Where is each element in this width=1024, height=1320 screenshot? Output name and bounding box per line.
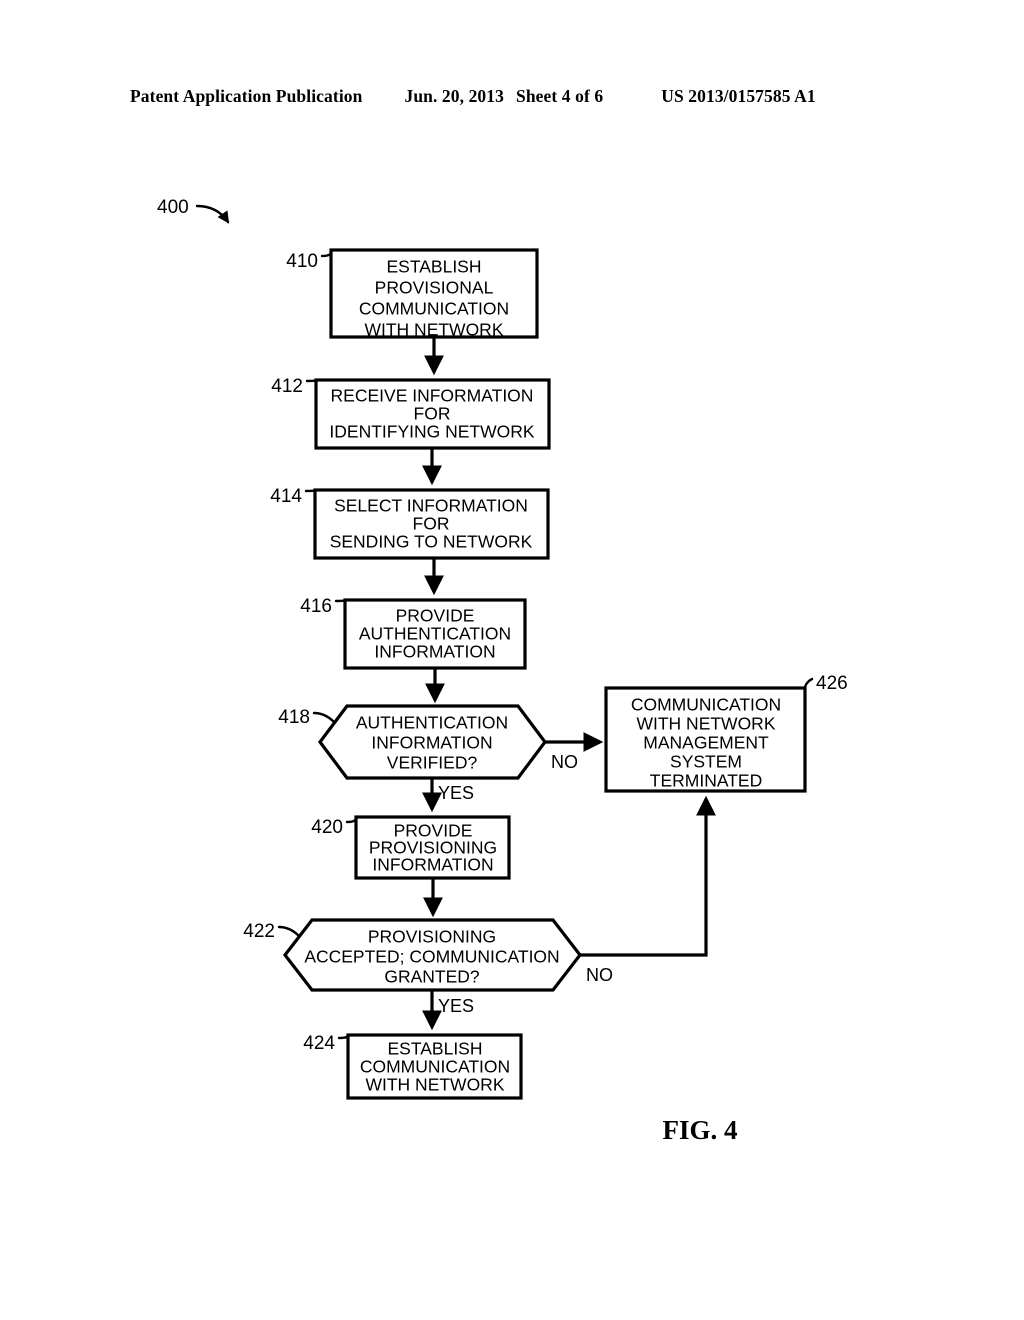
node-422-ref: 422	[243, 921, 275, 942]
node-424-line-1: ESTABLISH	[388, 1039, 483, 1059]
node-410-line-4: WITH NETWORK	[364, 320, 503, 340]
node-426-line-5: TERMINATED	[650, 771, 762, 791]
node-410-ref: 410	[286, 251, 318, 272]
node-418-line-2: INFORMATION	[371, 733, 492, 753]
node-426-line-3: MANAGEMENT	[643, 733, 769, 753]
node-416-line-3: INFORMATION	[374, 642, 495, 662]
diagram-ref-400-arrow	[195, 204, 230, 224]
node-412-line-3: IDENTIFYING NETWORK	[329, 422, 534, 442]
node-426-ref: 426	[816, 673, 848, 694]
node-414-line-1: SELECT INFORMATION	[334, 496, 528, 516]
node-424-line-3: WITH NETWORK	[365, 1075, 504, 1095]
branch-418-no-label: NO	[551, 752, 578, 772]
node-424-line-2: COMMUNICATION	[360, 1057, 510, 1077]
node-410-line-3: COMMUNICATION	[359, 299, 509, 319]
flowchart-figure: 400 ESTABLISH PROVISIONAL COMMUNICATION …	[157, 197, 848, 1145]
node-422-leader	[277, 925, 301, 938]
branch-422-yes-label: YES	[438, 996, 474, 1016]
node-418: AUTHENTICATION INFORMATION VERIFIED? 418	[278, 704, 547, 780]
node-420-line-3: INFORMATION	[372, 855, 493, 875]
node-416-ref: 416	[300, 596, 332, 617]
node-416-line-2: AUTHENTICATION	[359, 624, 511, 644]
node-426-line-4: SYSTEM	[670, 752, 742, 772]
branch-418-yes-label: YES	[438, 783, 474, 803]
figure-label: FIG. 4	[662, 1115, 737, 1145]
node-420: PROVIDE PROVISIONING INFORMATION 420	[311, 815, 511, 880]
node-412-line-2: FOR	[414, 404, 451, 424]
node-422-line-1: PROVISIONING	[368, 927, 496, 947]
diagram-ref-400: 400	[157, 197, 230, 224]
node-418-line-3: VERIFIED?	[387, 753, 478, 773]
node-414-line-3: SENDING TO NETWORK	[330, 532, 533, 552]
node-414-leader	[304, 489, 317, 494]
branch-422-no: NO	[580, 795, 716, 985]
node-424-ref: 424	[303, 1033, 335, 1054]
node-426: COMMUNICATION WITH NETWORK MANAGEMENT SY…	[604, 673, 848, 793]
node-410-line-2: PROVISIONAL	[375, 278, 494, 298]
node-424-leader	[337, 1034, 350, 1040]
node-414-line-2: FOR	[413, 514, 450, 534]
node-426-line-1: COMMUNICATION	[631, 695, 781, 715]
node-422-line-2: ACCEPTED; COMMUNICATION	[304, 947, 559, 967]
node-418-line-1: AUTHENTICATION	[356, 713, 508, 733]
node-426-line-2: WITH NETWORK	[636, 714, 775, 734]
node-418-leader	[312, 711, 336, 724]
node-422: PROVISIONING ACCEPTED; COMMUNICATION GRA…	[243, 918, 583, 992]
node-414-ref: 414	[270, 486, 302, 507]
node-412: RECEIVE INFORMATION FOR IDENTIFYING NETW…	[271, 376, 551, 450]
node-410-line-1: ESTABLISH	[387, 257, 482, 277]
node-416: PROVIDE AUTHENTICATION INFORMATION 416	[300, 596, 527, 670]
branch-418-yes: YES	[422, 778, 474, 813]
node-416-leader	[334, 599, 347, 604]
branch-418-no: NO	[545, 732, 604, 772]
node-410: ESTABLISH PROVISIONAL COMMUNICATION WITH…	[286, 248, 539, 340]
node-414: SELECT INFORMATION FOR SENDING TO NETWOR…	[270, 486, 550, 560]
node-416-line-1: PROVIDE	[396, 606, 475, 626]
node-420-ref: 420	[311, 817, 343, 838]
branch-422-yes: YES	[422, 990, 474, 1031]
diagram-ref-400-label: 400	[157, 197, 189, 218]
branch-422-no-label: NO	[586, 965, 613, 985]
node-426-leader	[803, 677, 814, 690]
node-412-leader	[305, 379, 318, 384]
node-412-line-1: RECEIVE INFORMATION	[331, 386, 534, 406]
node-424: ESTABLISH COMMUNICATION WITH NETWORK 424	[303, 1033, 523, 1100]
node-422-line-3: GRANTED?	[384, 967, 480, 987]
node-412-ref: 412	[271, 376, 303, 397]
node-418-ref: 418	[278, 707, 310, 728]
